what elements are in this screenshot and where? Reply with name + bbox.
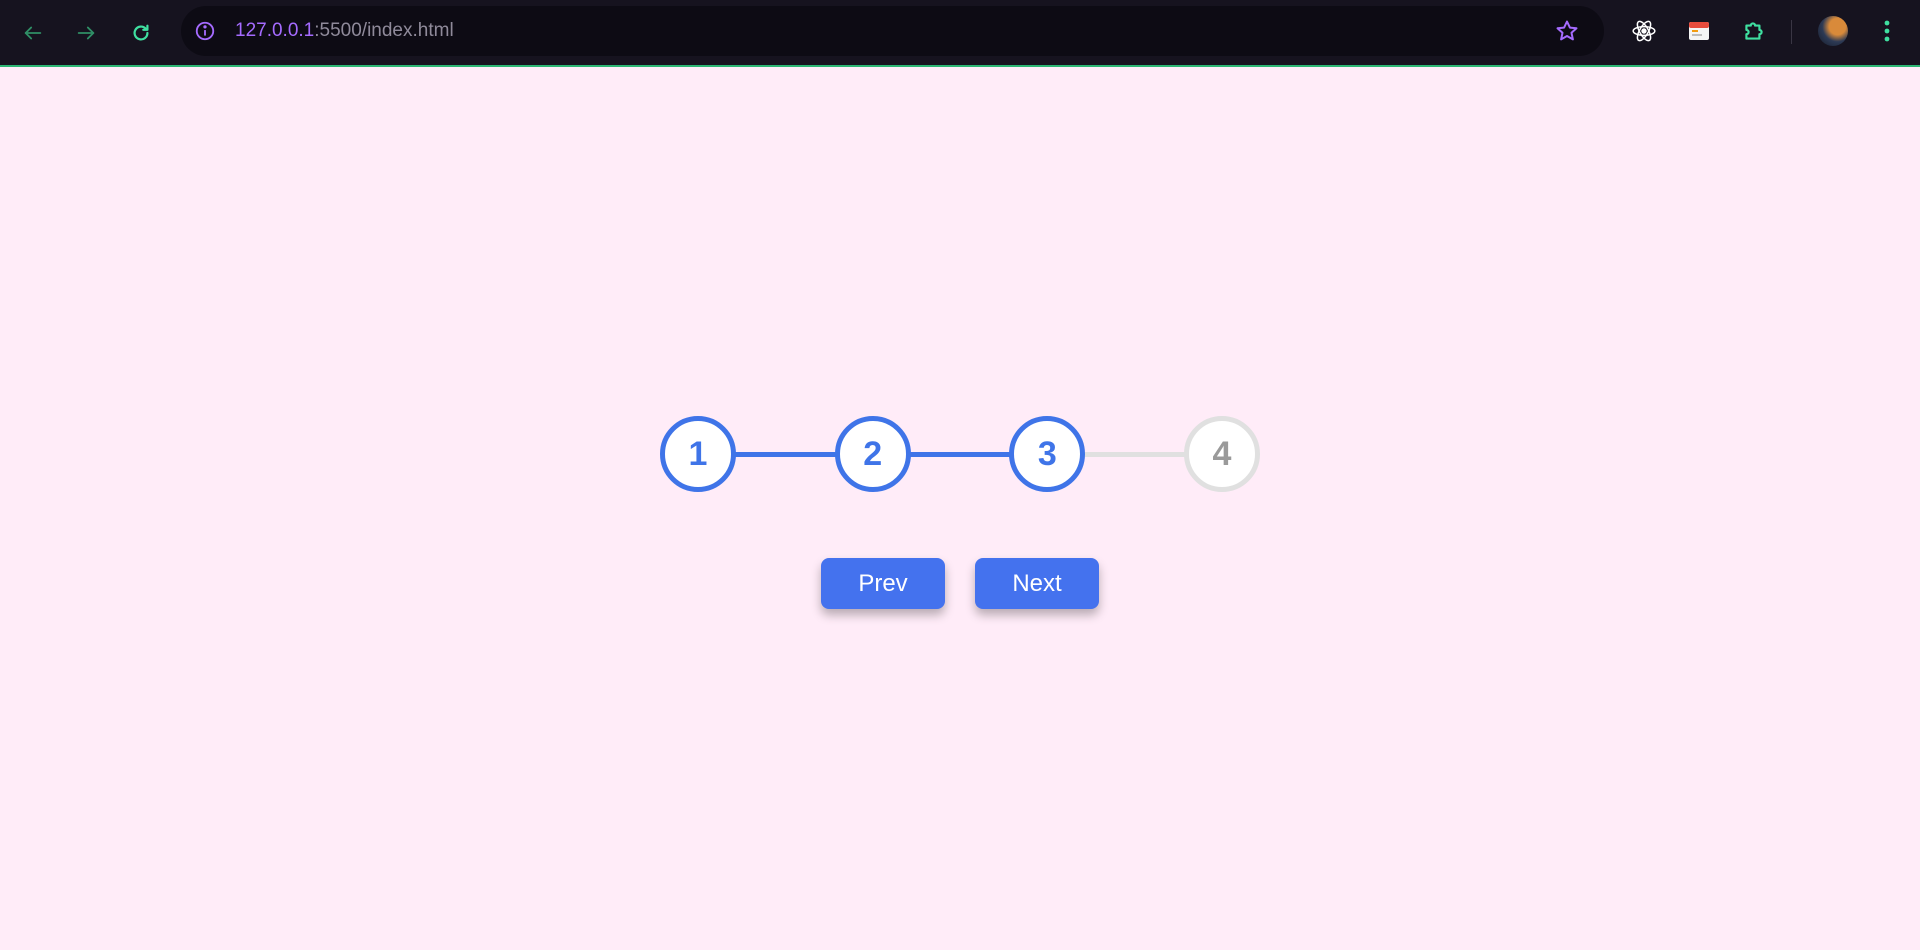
url-host: 127.0.0.1	[235, 20, 315, 41]
profile-avatar[interactable]	[1818, 16, 1848, 46]
extensions-puzzle-icon	[1745, 22, 1763, 40]
step-circle-2: 2	[834, 416, 911, 492]
url-path: :5500/index.html	[314, 20, 454, 41]
info-icon	[195, 21, 215, 41]
step-circle-3: 3	[1009, 416, 1086, 492]
site-info-button[interactable]	[193, 19, 217, 43]
prev-button[interactable]: Prev	[821, 558, 945, 609]
progress-stepper: 1 2 3 4	[660, 416, 1260, 492]
star-icon	[1556, 20, 1578, 41]
bookmark-star-button[interactable]	[1554, 18, 1580, 44]
react-devtools-extension[interactable]	[1629, 16, 1659, 46]
forward-button[interactable]	[67, 14, 105, 52]
step-circle-4: 4	[1184, 416, 1260, 492]
step-circle-1: 1	[660, 416, 736, 492]
browser-toolbar: 127.0.0.1:5500/index.html	[0, 0, 1920, 67]
back-arrow-icon	[24, 26, 42, 40]
forward-arrow-icon	[77, 26, 95, 40]
calendar-extension[interactable]	[1684, 16, 1714, 46]
calendar-extension-icon	[1689, 22, 1709, 40]
kebab-menu-icon	[1884, 20, 1890, 42]
browser-menu-button[interactable]	[1872, 16, 1902, 46]
reload-button[interactable]	[122, 14, 160, 52]
extensions-button[interactable]	[1739, 16, 1769, 46]
react-devtools-icon	[1632, 20, 1656, 42]
address-bar[interactable]: 127.0.0.1:5500/index.html	[181, 6, 1604, 56]
back-button[interactable]	[14, 14, 52, 52]
next-button[interactable]: Next	[975, 558, 1099, 609]
url-text[interactable]: 127.0.0.1:5500/index.html	[235, 6, 454, 56]
reload-icon	[133, 24, 149, 41]
toolbar-divider	[1791, 20, 1792, 44]
